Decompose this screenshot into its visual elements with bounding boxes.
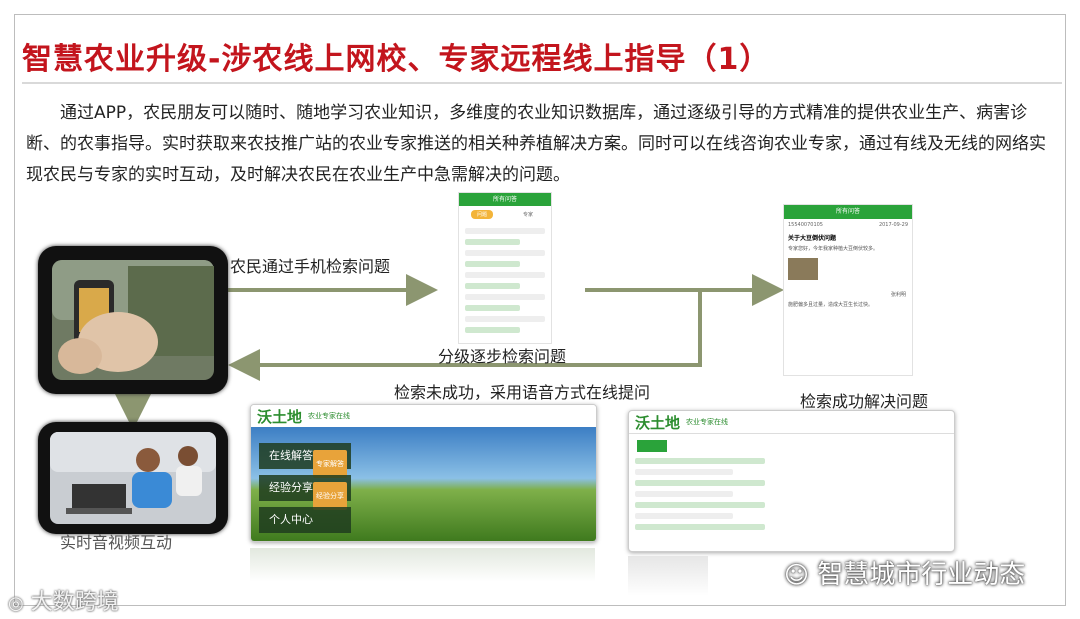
app-tabs: 问题 专家 bbox=[459, 206, 551, 223]
list-item[interactable] bbox=[635, 469, 733, 475]
list-item[interactable] bbox=[635, 458, 765, 464]
intro-paragraph: 通过APP，农民朋友可以随时、随地学习农业知识，多维度的农业知识数据库，通过逐级… bbox=[26, 103, 1046, 185]
tab-expert[interactable]: 专家 bbox=[517, 210, 539, 219]
app-header: 所有问答 bbox=[459, 193, 551, 206]
list-item[interactable] bbox=[635, 491, 733, 497]
farmer-phone-illustration bbox=[52, 260, 214, 380]
weibo-icon: ◎ bbox=[8, 593, 24, 614]
crop-photo bbox=[788, 258, 818, 280]
video-call-photo bbox=[38, 422, 228, 534]
farmer-phone-photo bbox=[38, 246, 228, 394]
label-step-search: 分级逐步检索问题 bbox=[438, 347, 567, 366]
answer-date: 2017-09-29 bbox=[878, 222, 908, 228]
tag-expert-answer: 专家解答 bbox=[313, 450, 347, 478]
label-voice-online: 检索未成功，采用语音方式在线提问 bbox=[394, 383, 651, 402]
label-search-by-phone: 农民通过手机检索问题 bbox=[230, 257, 391, 276]
video-call-illustration bbox=[50, 432, 216, 524]
answer-header: 所有问答 bbox=[784, 205, 912, 219]
list-item[interactable] bbox=[635, 513, 733, 519]
expert-online-web-right: 沃土地 农业专家在线 bbox=[628, 410, 955, 552]
wechat-icon: ☺ bbox=[784, 561, 810, 589]
list-item[interactable] bbox=[465, 228, 545, 234]
list-item[interactable] bbox=[465, 283, 521, 289]
reply-user: 张利明 bbox=[890, 292, 906, 298]
answer-question: 关于大豆倒伏问题 bbox=[788, 235, 837, 242]
title-divider bbox=[22, 82, 1062, 84]
web-left-reflection bbox=[250, 548, 595, 582]
brand-subtitle-right: 农业专家在线 bbox=[686, 418, 729, 426]
list-item[interactable] bbox=[465, 327, 521, 333]
menu-experience-share[interactable]: 经验分享 经验分享 bbox=[259, 475, 351, 510]
watermark-right: ☺ 智慧城市行业动态 bbox=[784, 560, 1026, 590]
answer-user: 15540070105 bbox=[788, 222, 823, 228]
list-item[interactable] bbox=[465, 250, 545, 256]
list-item[interactable] bbox=[635, 480, 765, 486]
brand-logo-right: 沃土地 bbox=[635, 413, 681, 432]
list-item[interactable] bbox=[465, 261, 521, 267]
brand-subtitle: 农业专家在线 bbox=[308, 412, 351, 420]
watermark-left: ◎ 大数跨境 bbox=[8, 590, 119, 615]
list-item[interactable] bbox=[635, 502, 765, 508]
app-answer-detail: 所有问答 15540070105 2017-09-29 关于大豆倒伏问题 专家您… bbox=[783, 204, 913, 376]
green-tab[interactable] bbox=[637, 440, 667, 452]
label-video-interaction: 实时音视频互动 bbox=[60, 533, 173, 552]
menu-online-answer[interactable]: 在线解答 专家解答 bbox=[259, 443, 351, 478]
list-item[interactable] bbox=[465, 316, 545, 322]
list-item[interactable] bbox=[465, 294, 545, 300]
answer-body: 专家您好，今年我家种植大豆倒伏较多。 bbox=[788, 246, 879, 252]
label-search-success: 检索成功解决问题 bbox=[800, 392, 929, 411]
app-question-list: 所有问答 问题 专家 bbox=[458, 192, 552, 344]
slide-title: 智慧农业升级-涉农线上网校、专家远程线上指导（1） bbox=[22, 42, 771, 77]
list-item[interactable] bbox=[465, 239, 521, 245]
list-item[interactable] bbox=[465, 272, 545, 278]
tag-experience-share: 经验分享 bbox=[313, 482, 347, 510]
tab-question[interactable]: 问题 bbox=[470, 210, 493, 219]
menu-personal-center[interactable]: 个人中心 bbox=[259, 507, 351, 533]
expert-online-web-left: 沃土地 农业专家在线 在线解答 专家解答 经验分享 经验分享 个人中心 bbox=[250, 404, 597, 542]
list-item[interactable] bbox=[635, 524, 765, 530]
brand-logo: 沃土地 bbox=[257, 407, 303, 426]
list-item[interactable] bbox=[465, 305, 521, 311]
reply-text: 施肥偏多且过量，造成大豆生长过快。 bbox=[788, 302, 874, 308]
web-right-reflection bbox=[628, 556, 708, 596]
